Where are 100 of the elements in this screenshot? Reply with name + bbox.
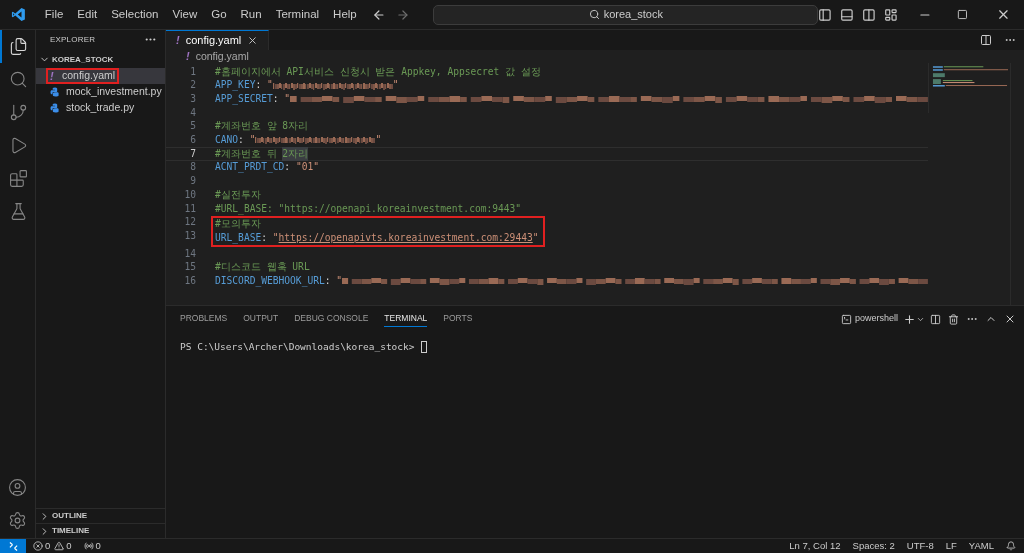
blocks-icon bbox=[9, 169, 28, 188]
yaml-file-icon: ! bbox=[176, 32, 180, 49]
code-comment: #계좌번호 앞 8자리 bbox=[215, 119, 309, 134]
branch-icon bbox=[9, 103, 28, 122]
sidebar-toggle-icon[interactable] bbox=[818, 7, 833, 22]
terminal-cursor bbox=[420, 341, 427, 354]
menu-item[interactable]: Terminal bbox=[268, 5, 327, 24]
line-number: 7 bbox=[190, 146, 196, 161]
terminal-prompt: PS C:\Users\Archer\Downloads\korea_stock> bbox=[180, 340, 415, 354]
status-item[interactable]: Ln 7, Col 12 bbox=[789, 538, 841, 553]
menu-item[interactable]: Edit bbox=[70, 5, 105, 24]
status-item[interactable]: YAML bbox=[968, 538, 994, 553]
code-comment: 2자리 bbox=[282, 146, 309, 162]
menu-item[interactable]: File bbox=[37, 5, 71, 24]
code-string: " bbox=[272, 230, 279, 245]
menu-item[interactable]: Run bbox=[233, 5, 269, 24]
code-string: "01" bbox=[295, 160, 319, 175]
file-name: mock_investment.py bbox=[66, 84, 162, 100]
close-icon[interactable] bbox=[247, 35, 259, 46]
status-item[interactable]: Spaces: 2 bbox=[852, 538, 895, 553]
code-string: " bbox=[532, 230, 539, 245]
breadcrumb-item[interactable]: config.yaml bbox=[195, 48, 249, 65]
line-number: 15 bbox=[184, 260, 196, 275]
line-number: 13 bbox=[184, 228, 196, 243]
code-string: " bbox=[284, 92, 291, 107]
maximize-icon[interactable] bbox=[957, 9, 969, 20]
ports-status[interactable]: 0 bbox=[83, 538, 101, 553]
close-icon[interactable] bbox=[1004, 313, 1016, 325]
panel-tab[interactable]: TERMINAL bbox=[384, 311, 428, 327]
split-terminal-icon[interactable] bbox=[930, 313, 941, 325]
split-editor-icon[interactable] bbox=[980, 34, 992, 46]
code-string: " bbox=[249, 133, 256, 148]
editor-tab[interactable]: ! config.yaml bbox=[166, 30, 270, 50]
code-comment: #URL_BASE: "https://openapi.koreainvestment.com:9443" bbox=[215, 201, 522, 216]
python-file-icon bbox=[50, 103, 60, 113]
code-colon: : bbox=[324, 273, 332, 286]
explorer-file[interactable]: ! config.yaml bbox=[36, 68, 165, 84]
layout-icon[interactable] bbox=[883, 7, 898, 22]
line-number: 16 bbox=[184, 273, 196, 288]
folder-header[interactable]: KOREA_STOCK bbox=[36, 51, 165, 68]
problems-status[interactable]: 0 0 bbox=[33, 538, 72, 553]
code-key: DISCORD_WEBHOOK_URL bbox=[215, 273, 325, 289]
status-item[interactable]: LF bbox=[945, 538, 957, 553]
code-key: APP_KEY bbox=[215, 78, 256, 93]
trash-icon[interactable] bbox=[948, 313, 959, 325]
forward-icon[interactable] bbox=[395, 7, 410, 22]
line-number: 4 bbox=[190, 105, 196, 120]
code-colon: : bbox=[238, 133, 245, 148]
explorer-file[interactable]: mock_investment.py bbox=[36, 84, 165, 100]
plus-icon[interactable] bbox=[903, 312, 916, 326]
line-number: 3 bbox=[190, 92, 196, 107]
panel-tab[interactable]: OUTPUT bbox=[243, 311, 279, 327]
account-icon[interactable] bbox=[8, 478, 27, 497]
python-file-icon bbox=[50, 87, 60, 97]
line-number: 6 bbox=[190, 133, 196, 148]
line-number: 9 bbox=[190, 174, 196, 189]
search-field[interactable]: korea_stock bbox=[433, 4, 819, 25]
panel-tab[interactable]: PORTS bbox=[443, 311, 473, 327]
terminal-selector[interactable]: powershell bbox=[840, 312, 898, 326]
menu-item[interactable]: Help bbox=[326, 5, 364, 24]
settings-icon[interactable] bbox=[8, 511, 27, 530]
yaml-file-icon: ! bbox=[50, 67, 56, 85]
code-key: CANO bbox=[215, 133, 239, 148]
status-item[interactable]: UTF-8 bbox=[906, 538, 934, 553]
remote-icon bbox=[8, 541, 18, 551]
panel-toggle-icon[interactable] bbox=[840, 7, 854, 22]
files-icon bbox=[9, 37, 28, 56]
code-comment: #디스코드 웹훅 URL bbox=[215, 260, 310, 275]
menu-item[interactable]: View bbox=[165, 5, 205, 24]
explorer-file[interactable]: stock_trade.py bbox=[36, 100, 165, 116]
line-number: 12 bbox=[184, 215, 196, 230]
line-number: 2 bbox=[190, 78, 196, 93]
remote-button[interactable] bbox=[0, 539, 26, 553]
code-key: ACNT_PRDT_CD bbox=[215, 160, 285, 175]
line-number: 1 bbox=[190, 64, 196, 79]
code-string: " bbox=[267, 78, 273, 93]
panel-tab[interactable]: DEBUG CONSOLE bbox=[294, 311, 369, 327]
code-colon: : bbox=[255, 78, 263, 93]
menu-item[interactable]: Go bbox=[204, 5, 234, 24]
search-value: korea_stock bbox=[603, 7, 663, 23]
panel-tab[interactable]: PROBLEMS bbox=[180, 311, 228, 327]
bell-icon[interactable] bbox=[1006, 541, 1016, 551]
code-comment: #계좌번호 뒤 bbox=[215, 146, 278, 161]
code-key: APP_SECRET bbox=[215, 92, 273, 107]
line-number: 14 bbox=[184, 246, 196, 261]
line-number: 8 bbox=[190, 160, 196, 175]
split-layout-icon[interactable] bbox=[861, 7, 876, 22]
warning-icon bbox=[54, 541, 65, 551]
code-colon: : bbox=[272, 92, 280, 107]
code-comment: #홈페이지에서 API서비스 신청시 받은 Appkey, Appsecret 값 설정 bbox=[215, 64, 541, 79]
line-number: 10 bbox=[184, 187, 196, 202]
menu-item[interactable]: Selection bbox=[104, 5, 166, 24]
back-icon[interactable] bbox=[371, 7, 386, 22]
code-string: " bbox=[392, 78, 399, 93]
search-icon bbox=[9, 70, 28, 89]
code-link[interactable]: https://openapivts.koreainvestment.com:29443 bbox=[278, 230, 533, 246]
app-logo-icon bbox=[11, 7, 26, 22]
sidebar-section-header[interactable]: OUTLINE bbox=[36, 508, 165, 523]
close-icon[interactable] bbox=[996, 7, 1011, 22]
line-number: 5 bbox=[190, 119, 196, 134]
